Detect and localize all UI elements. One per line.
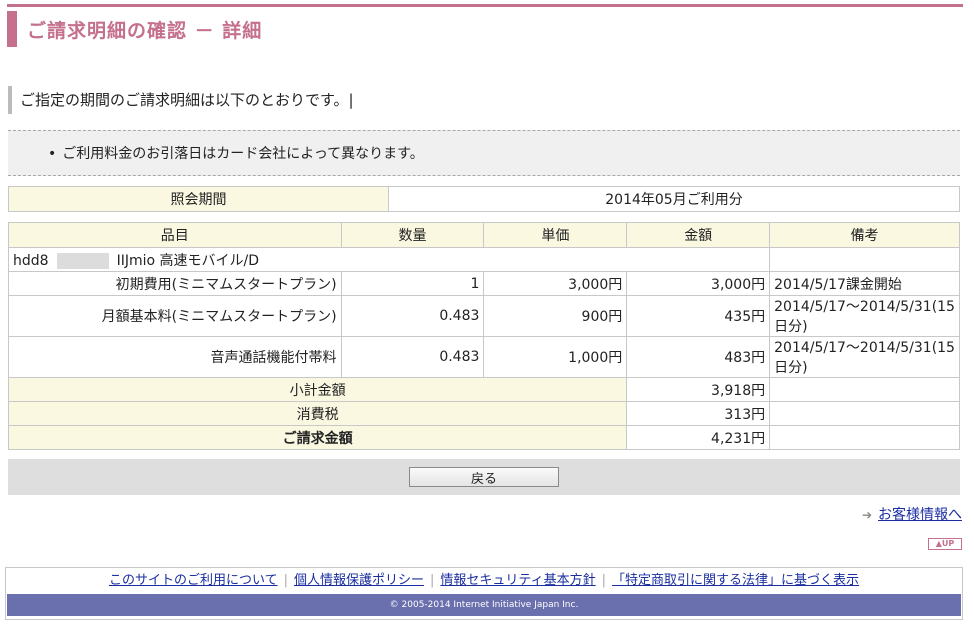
footer-separator: |	[601, 573, 607, 588]
redacted-id	[56, 252, 109, 269]
service-id-prefix: hdd8	[13, 252, 49, 269]
row-unit-price: 1,000円	[483, 336, 628, 378]
page-title: ご請求明細の確認 － 詳細	[27, 20, 263, 42]
table-header-row: 品目 数量 単価 金額 備考	[8, 222, 960, 248]
row-unit-price: 900円	[483, 295, 628, 337]
footer-link-site-usage[interactable]: このサイトのご利用について	[109, 573, 278, 588]
service-group-remarks	[769, 247, 960, 272]
button-band: 戻る	[8, 459, 960, 495]
total-label: ご請求金額	[7, 425, 628, 450]
row-unit-price: 3,000円	[483, 271, 628, 296]
total-row: ご請求金額 4,231円	[7, 425, 960, 450]
service-name: IIJmio 高速モバイル/D	[116, 252, 259, 269]
footer-separator: |	[283, 573, 288, 588]
back-button[interactable]: 戻る	[409, 467, 559, 487]
page-title-bar: ご請求明細の確認 － 詳細	[7, 4, 963, 47]
row-remarks: 2014/5/17課金開始	[769, 271, 960, 296]
row-item: 初期費用(ミニマムスタートプラン)	[8, 271, 342, 296]
notice-text: ご利用料金のお引落日はカード会社によって異なります。	[62, 146, 424, 162]
row-amount: 435円	[626, 295, 771, 337]
row-item: 音声通話機能付帯料	[8, 336, 342, 378]
service-group-row: hdd8 IIJmio 高速モバイル/D	[7, 247, 960, 272]
table-row: 月額基本料(ミニマムスタートプラン) 0.483 900円 435円 2014/…	[8, 295, 960, 337]
intro-text: ご指定の期間のご請求明細は以下のとおりです。|	[8, 86, 608, 114]
footer-links: このサイトのご利用について | 個人情報保護ポリシー | 情報セキュリティ基本方針 | 「特…	[6, 568, 962, 594]
tax-remarks	[769, 401, 960, 426]
title-accent-bar	[7, 11, 17, 47]
total-remarks	[769, 425, 960, 450]
subtotal-label: 小計金額	[7, 377, 628, 402]
table-row: 音声通話機能付帯料 0.483 1,000円 483円 2014/5/17～20…	[8, 336, 960, 378]
table-row: 初期費用(ミニマムスタートプラン) 1 3,000円 3,000円 2014/5…	[8, 271, 960, 296]
row-amount: 3,000円	[626, 271, 771, 296]
total-value: 4,231円	[626, 425, 771, 450]
subtotal-remarks	[769, 377, 960, 402]
customer-info-link[interactable]: お客様情報へ	[878, 507, 962, 523]
footer-link-security-policy[interactable]: 情報セキュリティ基本方針	[440, 573, 595, 588]
header-quantity: 数量	[340, 222, 485, 248]
row-amount: 483円	[626, 336, 771, 378]
tax-row: 消費税 313円	[7, 401, 960, 426]
notice-box: • ご利用料金のお引落日はカード会社によって異なります。	[8, 130, 960, 176]
scroll-up-button[interactable]: ▲UP	[928, 538, 962, 550]
billing-detail-table: 品目 数量 単価 金額 備考 hdd8 IIJmio 高速モバイル/D 初期費用(…	[7, 222, 960, 450]
period-table: 照会期間 2014年05月ご利用分	[8, 186, 960, 212]
subtotal-value: 3,918円	[626, 377, 771, 402]
customer-info-link-area: ➔ お客様情報へ	[862, 504, 962, 524]
period-label: 照会期間	[8, 186, 389, 212]
footer-link-commercial-law[interactable]: 「特定商取引に関する法律」に基づく表示	[612, 573, 859, 588]
copyright: © 2005-2014 Internet Initiative Japan In…	[7, 594, 961, 616]
row-quantity: 0.483	[340, 295, 485, 337]
row-remarks: 2014/5/17～2014/5/31(15日分)	[769, 295, 960, 337]
service-group-cell: hdd8 IIJmio 高速モバイル/D	[7, 247, 771, 272]
header-item: 品目	[8, 222, 342, 248]
tax-value: 313円	[626, 401, 771, 426]
footer-separator: |	[430, 573, 435, 588]
footer: このサイトのご利用について | 個人情報保護ポリシー | 情報セキュリティ基本方針 | 「特…	[5, 567, 963, 620]
row-remarks: 2014/5/17～2014/5/31(15日分)	[769, 336, 960, 378]
footer-link-privacy-policy[interactable]: 個人情報保護ポリシー	[294, 573, 424, 588]
row-quantity: 0.483	[340, 336, 485, 378]
header-amount: 金額	[626, 222, 771, 248]
arrow-right-icon: ➔	[861, 508, 872, 522]
bullet-icon: •	[48, 146, 57, 162]
period-value: 2014年05月ご利用分	[388, 186, 960, 212]
tax-label: 消費税	[7, 401, 628, 426]
header-unit-price: 単価	[483, 222, 628, 248]
header-remarks: 備考	[769, 222, 960, 248]
subtotal-row: 小計金額 3,918円	[7, 377, 960, 402]
row-item: 月額基本料(ミニマムスタートプラン)	[8, 295, 342, 337]
row-quantity: 1	[340, 271, 485, 296]
